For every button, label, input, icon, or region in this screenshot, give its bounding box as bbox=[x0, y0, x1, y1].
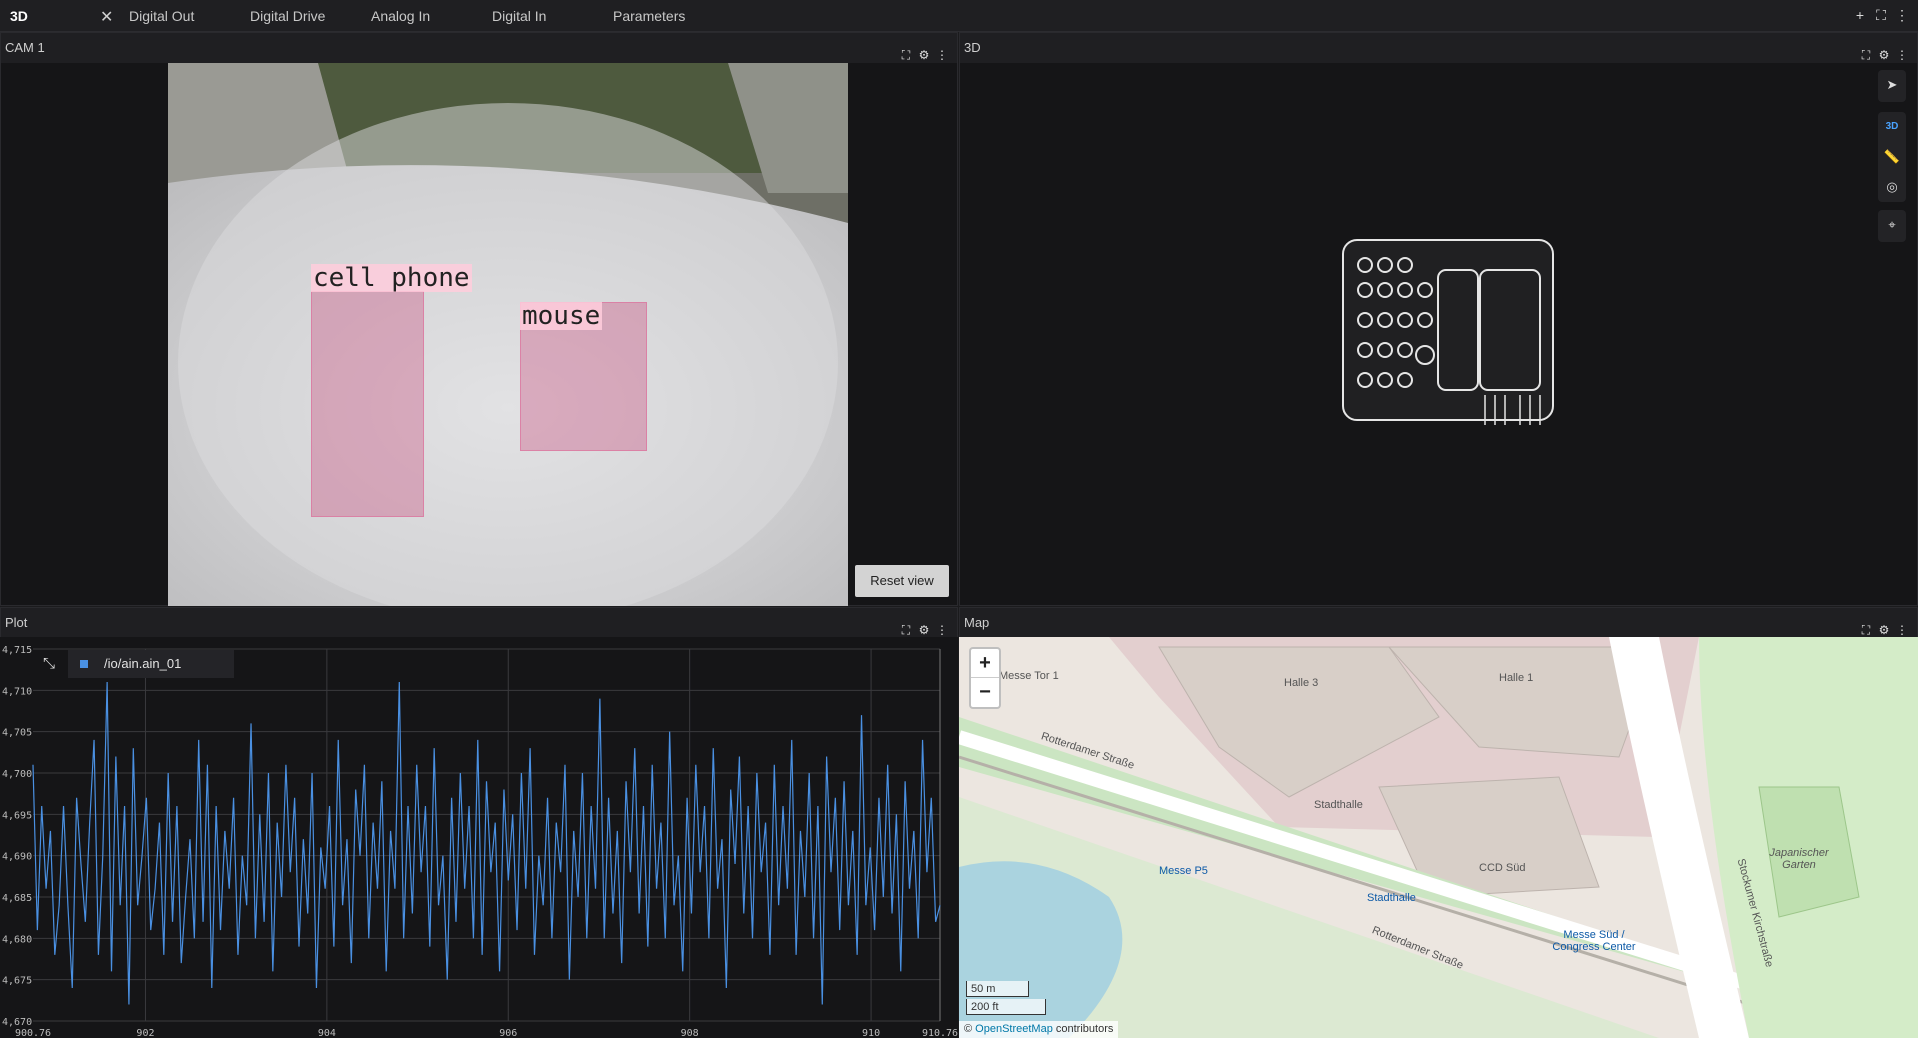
attribution-suffix: contributors bbox=[1055, 1023, 1114, 1035]
map-panel-title: Map bbox=[964, 615, 990, 630]
map-view[interactable]: Messe Tor 1 Halle 3 Halle 1 Rotterdamer … bbox=[959, 637, 1918, 1038]
map-label-messe-sud: Messe Süd / Congress Center bbox=[1552, 929, 1636, 953]
camera-panel-header: CAM 1 ⛶ ⚙ ⋮ bbox=[1, 33, 957, 63]
3d-device-model[interactable] bbox=[1335, 225, 1565, 430]
crosshair-icon[interactable]: ⌖ bbox=[1878, 210, 1906, 240]
legend-label: /io/ain.ain_01 bbox=[104, 656, 182, 671]
3d-panel-header: 3D ⛶ ⚙ ⋮ bbox=[960, 33, 1917, 63]
y-tick-label: 4,715 bbox=[2, 645, 32, 656]
plot-panel-title: Plot bbox=[5, 615, 28, 630]
scale-bar-metric: 50 m bbox=[966, 981, 1029, 997]
tab-digital-out[interactable]: Digital Out bbox=[129, 0, 194, 32]
y-tick-label: 4,670 bbox=[2, 1017, 32, 1028]
map-tiles bbox=[959, 637, 1918, 1038]
cursor-icon[interactable]: ➤ bbox=[1878, 70, 1906, 100]
close-icon[interactable]: ✕ bbox=[100, 7, 113, 27]
tab-digital-drive[interactable]: Digital Drive bbox=[250, 0, 325, 32]
reset-view-button[interactable]: Reset view bbox=[855, 565, 949, 597]
select-tool[interactable]: ➤ bbox=[1878, 70, 1906, 102]
osm-link[interactable]: OpenStreetMap bbox=[975, 1023, 1053, 1035]
plot-panel-header: Plot ⛶ ⚙ ⋮ bbox=[1, 608, 957, 638]
map-label-stadthalle-stop: Stadthalle bbox=[1367, 892, 1416, 904]
fullscreen-icon[interactable]: ⛶ bbox=[1857, 40, 1875, 70]
map-label-stadthalle: Stadthalle bbox=[1314, 799, 1363, 811]
zoom-out-button[interactable]: − bbox=[971, 678, 999, 707]
more-menu-icon[interactable]: ⋮ bbox=[1893, 40, 1911, 70]
fullscreen-icon[interactable]: ⛶ bbox=[897, 40, 915, 70]
more-menu-icon[interactable]: ⋮ bbox=[933, 40, 951, 70]
y-tick-label: 4,700 bbox=[2, 769, 32, 780]
3d-toolbar: 3D 📏 ◎ bbox=[1878, 112, 1906, 202]
detection-label-cell-phone: cell phone bbox=[311, 263, 472, 293]
tab-bar: 3D ✕ Digital Out Digital Drive Analog In… bbox=[0, 0, 1918, 32]
tab-digital-in[interactable]: Digital In bbox=[492, 0, 546, 32]
fullscreen-icon[interactable]: ⛶ bbox=[1873, 7, 1889, 23]
3d-panel-title: 3D bbox=[964, 40, 981, 55]
map-label-ccd-sud: CCD Süd bbox=[1479, 862, 1526, 874]
tab-3d[interactable]: 3D bbox=[10, 0, 28, 32]
settings-icon[interactable]: ⚙ bbox=[915, 40, 933, 70]
more-menu-icon[interactable]: ⋮ bbox=[1894, 7, 1910, 23]
camera-scene bbox=[168, 63, 848, 606]
legend-swatch bbox=[80, 660, 88, 668]
map-attribution: © OpenStreetMap contributors bbox=[959, 1021, 1119, 1038]
map-label-messe-tor: Messe Tor 1 bbox=[999, 670, 1059, 682]
map-label-halle1: Halle 1 bbox=[1499, 672, 1534, 684]
x-tick-label: 910.76 bbox=[922, 1028, 958, 1038]
add-tab-icon[interactable]: + bbox=[1852, 7, 1868, 23]
y-tick-label: 4,675 bbox=[2, 976, 32, 987]
attribution-prefix: © bbox=[964, 1023, 973, 1035]
x-tick-label: 910 bbox=[862, 1028, 880, 1038]
y-tick-label: 4,690 bbox=[2, 852, 32, 863]
3d-mode-toggle[interactable]: 3D bbox=[1878, 112, 1906, 142]
tab-parameters[interactable]: Parameters bbox=[613, 0, 685, 32]
y-tick-label: 4,685 bbox=[2, 893, 32, 904]
y-tick-label: 4,705 bbox=[2, 728, 32, 739]
zoom-in-button[interactable]: + bbox=[971, 649, 999, 678]
camera-image[interactable]: cell phone mouse bbox=[168, 63, 848, 606]
zoom-reset-icon[interactable]: ⤡ bbox=[36, 651, 62, 677]
camera-panel-title: CAM 1 bbox=[5, 40, 45, 55]
tab-analog-in[interactable]: Analog In bbox=[371, 0, 430, 32]
map-label-japanischer: Japanischer Garten bbox=[1769, 847, 1829, 871]
x-tick-label: 906 bbox=[499, 1028, 517, 1038]
map-zoom-control: + − bbox=[969, 647, 1001, 709]
settings-icon[interactable]: ⚙ bbox=[1875, 40, 1893, 70]
scale-bar-imperial: 200 ft bbox=[966, 999, 1046, 1015]
y-tick-label: 4,710 bbox=[2, 686, 32, 697]
y-tick-label: 4,680 bbox=[2, 934, 32, 945]
x-tick-label: 904 bbox=[318, 1028, 336, 1038]
point-icon[interactable]: ◎ bbox=[1878, 172, 1906, 202]
map-panel-header: Map ⛶ ⚙ ⋮ bbox=[960, 608, 1917, 638]
x-tick-label: 902 bbox=[136, 1028, 154, 1038]
map-label-messe-p5: Messe P5 bbox=[1159, 865, 1208, 877]
recenter-tool[interactable]: ⌖ bbox=[1878, 210, 1906, 242]
x-tick-label: 908 bbox=[681, 1028, 699, 1038]
x-tick-label: 900.76 bbox=[15, 1028, 51, 1038]
map-label-halle3: Halle 3 bbox=[1284, 677, 1319, 689]
plot-chart[interactable]: 4,715 4,710 4,705 4,700 4,695 4,690 4,685 4,680… bbox=[0, 637, 958, 1038]
plot-legend[interactable]: /io/ain.ain_01 bbox=[68, 650, 234, 678]
y-tick-label: 4,695 bbox=[2, 810, 32, 821]
ruler-icon[interactable]: 📏 bbox=[1878, 142, 1906, 172]
detection-label-mouse: mouse bbox=[520, 301, 603, 331]
detection-box-cell-phone bbox=[311, 291, 424, 517]
